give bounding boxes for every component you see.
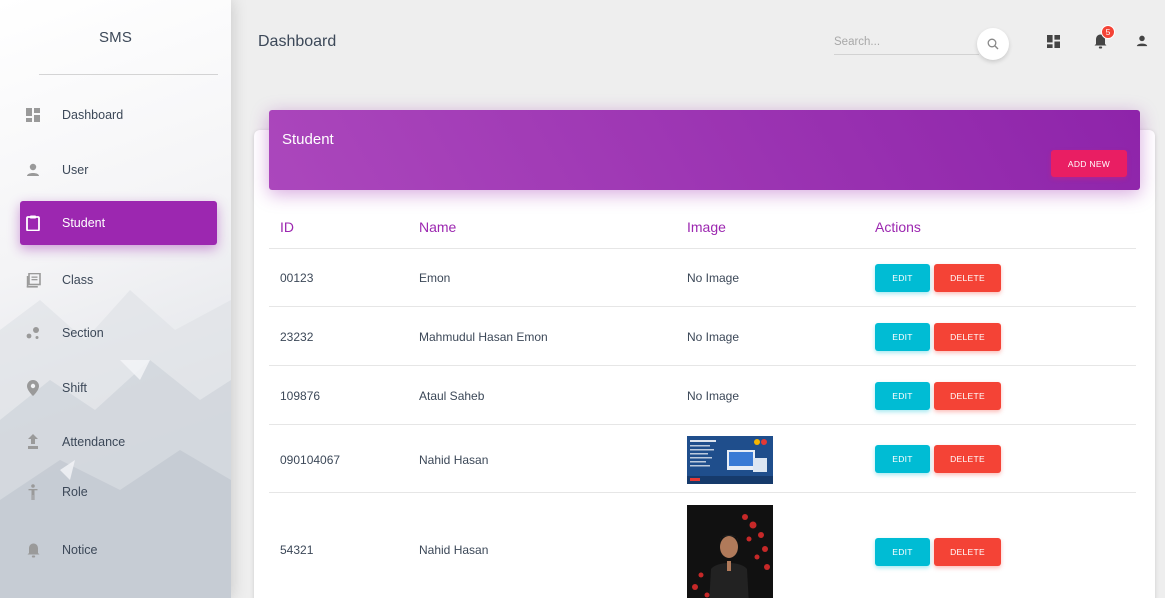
sidebar: SMS Dashboard User Student Class Section — [0, 0, 231, 598]
student-photo-thumbnail — [687, 505, 773, 598]
sidebar-item-shift[interactable]: Shift — [20, 366, 217, 410]
table-row: 54321 Nahid Hasan EDIT DELETE — [269, 493, 1136, 598]
dashboard-view-button[interactable] — [1040, 28, 1066, 54]
sidebar-item-label: Attendance — [62, 435, 126, 449]
person-icon — [24, 161, 42, 179]
sidebar-item-label: Dashboard — [62, 108, 124, 122]
column-header-actions: Actions — [875, 219, 921, 235]
sidebar-item-label: Role — [62, 485, 88, 499]
notifications-button[interactable]: 5 — [1087, 25, 1115, 54]
delete-button[interactable]: DELETE — [934, 264, 1001, 292]
brand-divider — [39, 74, 218, 75]
delete-button[interactable]: DELETE — [934, 445, 1001, 473]
delete-button[interactable]: DELETE — [934, 382, 1001, 410]
sidebar-item-attendance[interactable]: Attendance — [20, 420, 217, 464]
edit-button[interactable]: EDIT — [875, 323, 930, 351]
search-input[interactable] — [834, 31, 979, 53]
delete-button[interactable]: DELETE — [934, 323, 1001, 351]
delete-button[interactable]: DELETE — [934, 538, 1001, 566]
sidebar-item-label: Notice — [62, 543, 98, 557]
person-icon — [1136, 35, 1148, 47]
sidebar-item-label: User — [62, 163, 89, 177]
unarchive-icon — [24, 433, 42, 451]
sidebar-item-user[interactable]: User — [20, 148, 217, 192]
sidebar-item-notice[interactable]: Notice — [20, 528, 217, 572]
add-new-button[interactable]: ADD NEW — [1051, 150, 1127, 177]
search-icon — [987, 38, 999, 50]
table-row: 23232 Mahmudul Hasan Emon No Image EDIT … — [269, 307, 1136, 366]
dashboard-icon — [1046, 34, 1060, 48]
sidebar-item-label: Shift — [62, 381, 88, 395]
column-header-id: ID — [280, 219, 294, 235]
library-books-icon — [24, 271, 42, 289]
user-profile-button[interactable] — [1129, 28, 1155, 54]
cell-image: No Image — [687, 330, 740, 344]
edit-button[interactable]: EDIT — [875, 445, 930, 473]
cell-name: Emon — [419, 271, 451, 285]
cell-id: 109876 — [280, 389, 321, 403]
notification-count-badge: 5 — [1101, 25, 1115, 39]
column-header-name: Name — [419, 219, 457, 235]
sidebar-item-section[interactable]: Section — [20, 311, 217, 355]
cell-name: Mahmudul Hasan Emon — [419, 330, 548, 344]
cell-name: Ataul Saheb — [419, 389, 485, 403]
brand-logo-text[interactable]: SMS — [0, 0, 231, 75]
search-button[interactable] — [977, 28, 1009, 60]
table-row: 00123 Emon No Image EDIT DELETE — [269, 249, 1136, 307]
search-field — [834, 31, 979, 55]
edit-button[interactable]: EDIT — [875, 538, 930, 566]
sidebar-item-label: Class — [62, 273, 94, 287]
cell-image: No Image — [687, 389, 740, 403]
edit-button[interactable]: EDIT — [875, 382, 930, 410]
cell-image: No Image — [687, 271, 740, 285]
cell-name: Nahid Hasan — [419, 543, 489, 557]
cell-id: 54321 — [280, 543, 314, 557]
student-photo-thumbnail — [687, 436, 773, 484]
cell-name: Nahid Hasan — [419, 453, 489, 467]
sidebar-item-label: Student — [62, 216, 106, 230]
sidebar-item-label: Section — [62, 326, 104, 340]
page-title[interactable]: Dashboard — [258, 33, 336, 51]
notifications-icon — [24, 541, 42, 559]
table-row: 090104067 Nahid Hasan EDIT DELETE — [269, 425, 1136, 493]
clipboard-icon — [24, 214, 42, 232]
card-header: Student ADD NEW — [269, 110, 1140, 190]
column-header-image: Image — [687, 219, 726, 235]
cell-id: 23232 — [280, 330, 314, 344]
top-navbar: Dashboard 5 — [231, 0, 1165, 90]
table-row: 109876 Ataul Saheb No Image EDIT DELETE — [269, 366, 1136, 425]
cell-id: 00123 — [280, 271, 314, 285]
sidebar-item-dashboard[interactable]: Dashboard — [20, 93, 217, 137]
accessibility-icon — [24, 483, 42, 501]
sidebar-item-class[interactable]: Class — [20, 258, 217, 302]
bubble-chart-icon — [24, 324, 42, 342]
edit-button[interactable]: EDIT — [875, 264, 930, 292]
student-table: ID Name Image Actions 00123 Emon No Imag… — [269, 205, 1136, 598]
sidebar-item-student[interactable]: Student — [20, 201, 217, 245]
table-header-row: ID Name Image Actions — [269, 205, 1136, 249]
dashboard-icon — [24, 106, 42, 124]
location-pin-icon — [24, 379, 42, 397]
sidebar-item-role[interactable]: Role — [20, 470, 217, 514]
card-title: Student — [282, 131, 334, 148]
cell-id: 090104067 — [280, 453, 341, 467]
